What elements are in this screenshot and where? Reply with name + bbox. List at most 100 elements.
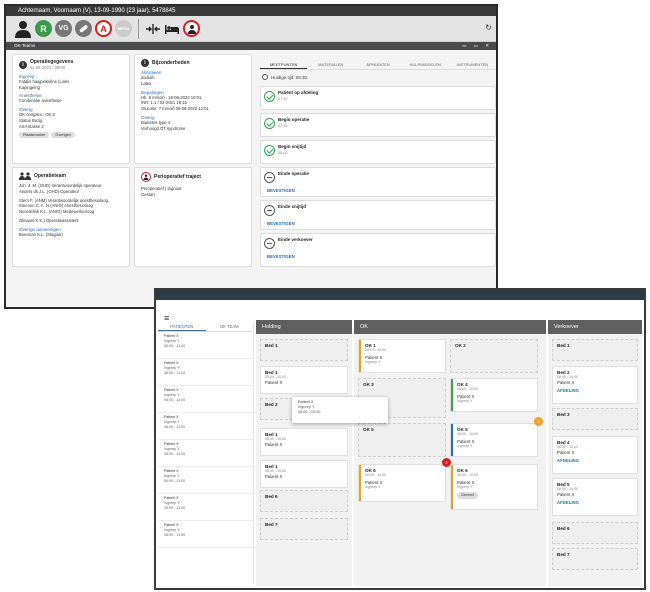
confirm-button[interactable]: BEVESTIGEN [267, 254, 295, 259]
overig-line: ASA klasse 2 [19, 123, 44, 129]
r-status-icon[interactable]: R [35, 20, 52, 37]
step-begin-snijtijd[interactable]: Begin snijtijd 08:00 [260, 140, 496, 164]
patient-item[interactable]: Patient X Ingreep Y 08:00 - 13:00 [158, 359, 253, 386]
recovery-bed[interactable]: Bed 2 08:00 - 10:00 Patient X AFDELING [552, 366, 638, 404]
tab-hulpmiddelen[interactable]: HULPMIDDELEN [402, 60, 449, 69]
current-time-label: Huidige tijd: 08:30 [271, 74, 308, 80]
patient-item[interactable]: Patient X Ingreep Y 08:00 - 13:00 [158, 467, 253, 494]
recovery-bed[interactable]: Bed 7 [552, 548, 638, 570]
perioperatief-title: Perioperatief traject [154, 174, 201, 180]
ok-room[interactable]: OK 4 08:00 - 10:00 Patient X Ingreep Y [450, 378, 538, 412]
patient-time: 08:00 - 13:00 [164, 505, 186, 510]
person-icon[interactable] [14, 20, 32, 38]
room-name: OK 3 [363, 382, 374, 387]
patient-item[interactable]: Patient X Ingreep Y 08:00 - 13:00 [158, 494, 253, 521]
afdeling-button[interactable]: AFDELING [557, 500, 633, 505]
patient-item[interactable]: Patient X Ingreep Y 08:00 - 13:00 [158, 386, 253, 413]
patient-time: 08:00 - 13:00 [164, 424, 186, 429]
status-bar [359, 340, 361, 372]
bed-name: Bed 6 [265, 494, 278, 499]
mrsa-icon[interactable]: MRSA [115, 20, 132, 37]
patient-time: 08:00 - 13:00 [164, 397, 186, 402]
ok-room[interactable]: OK 6 08:00 - 10:00 Patient X Ingreep Y [358, 464, 446, 502]
tab-meetpunten[interactable]: MEETPUNTEN [260, 60, 308, 69]
patient-time: 08:00 - 13:00 [164, 451, 186, 456]
refresh-icon[interactable]: ↻ [485, 23, 492, 32]
alert-a-icon[interactable]: A [95, 20, 112, 37]
afdeling-button[interactable]: AFDELING [557, 458, 633, 463]
bed-name: Bed 1 [557, 343, 570, 348]
recovery-bed[interactable]: Bed 1 [552, 339, 638, 361]
step-time: 07:30 [278, 97, 288, 101]
toolbar: R VG A MRSA ↻ [6, 16, 496, 42]
step-title: Einde verkoever [278, 237, 313, 242]
ready-chip[interactable]: Gereed [457, 492, 478, 499]
confirm-button[interactable]: BEVESTIGEN [267, 221, 295, 226]
perioperatief-card: Perioperatief traject Peroperatief | Sig… [134, 167, 252, 267]
team-member: Anders ds J.L. (OHD) Operateur [19, 188, 80, 194]
holding-bed[interactable]: Bed 1 08:00 - 10:00 Patient X [260, 460, 348, 488]
pill-icon[interactable] [75, 20, 92, 37]
team-member: Noordelink K.L. (ANIO) Medewerker/oog [19, 209, 95, 215]
room-ingreep: Ingreep Y [365, 360, 381, 364]
ok-header: OK [354, 320, 546, 334]
bed-icon[interactable] [164, 23, 180, 35]
team-icon [19, 172, 31, 180]
chip-plaatsmarker[interactable]: Plaatsmarker [19, 131, 50, 138]
bijzonderheden-title: Bijzonderheden [152, 60, 190, 66]
tab-materialen[interactable]: MATERIALEN [307, 60, 354, 69]
holding-bed[interactable]: Bed 6 [260, 490, 348, 512]
patient-item[interactable]: Patient X Ingreep Y 08:00 - 13:00 [158, 332, 253, 359]
pane-header: OK-Teams ▭ ▭ ✕ [6, 42, 496, 50]
notification-badge[interactable]: 2 [534, 417, 543, 426]
room-ingreep: Ingreep Y [365, 485, 381, 489]
patient-item[interactable]: Patient X Ingreep Y 08:00 - 13:00 [158, 413, 253, 440]
patient-item[interactable]: Patient X Ingreep Y 08:00 - 13:00 [158, 440, 253, 467]
recovery-bed[interactable]: Bed 3 [552, 408, 638, 430]
doctor-alert-icon[interactable] [183, 20, 200, 37]
overig-item: Verhoogd OT syndrome [141, 125, 186, 131]
bed-name: Bed 3 [557, 412, 570, 417]
patient-time: 08:00 - 13:00 [164, 532, 186, 537]
room-time: 08:00 - 10:00 [365, 473, 387, 477]
clock-icon [262, 74, 268, 80]
current-time: Huidige tijd: 08:30 [262, 74, 307, 80]
room-ingreep: Ingreep Y [457, 444, 473, 448]
patient-list: Patient X Ingreep Y 08:00 - 13:00 Patient … [158, 332, 253, 548]
bepaling-item: Glucose: 7 mmol/l 05-06-2022 12:01 [141, 106, 209, 112]
step-begin-operatie[interactable]: Begin operatie 07:45 [260, 113, 496, 137]
step-einde-operatie: Einde operatie BEVESTIGEN [260, 167, 496, 197]
chip-overigen[interactable]: Overigen [51, 131, 75, 138]
ok-room[interactable]: OK 6 08:00 - 10:00 Patient X Ingreep Y Geree… [450, 464, 538, 510]
recovery-bed[interactable]: Bed 5 08:00 - 10:00 Patient X AFDELING [552, 478, 638, 516]
ok-room[interactable]: OK 2 [450, 339, 538, 373]
vg-icon[interactable]: VG [55, 20, 72, 37]
step-title: Begin operatie [278, 117, 310, 122]
step-patient-op-afdeling[interactable]: Patiënt op afdeling 07:30 [260, 86, 496, 110]
recovery-bed[interactable]: Bed 6 [552, 522, 638, 544]
room-time: 08:00 - 10:00 [457, 473, 479, 477]
room-time: 08:00 - 10:00 [365, 348, 387, 352]
tab-apparaten[interactable]: APPARATEN [354, 60, 401, 69]
confirm-button[interactable]: BEVESTIGEN [267, 188, 295, 193]
ingreep-line: Kapingeing [19, 84, 40, 90]
anesthesie-value: Combinatie anesthesie [19, 98, 62, 104]
perioperatief-status: Gestart [141, 191, 155, 197]
ok-room[interactable]: OK 5 [358, 423, 446, 457]
tab-instrumenten[interactable]: INSTRUMENTEN [449, 60, 496, 69]
tab-ok-team[interactable]: OK TEAM [206, 322, 254, 331]
patient-item[interactable]: Patient X Ingreep Y 08:00 - 13:00 [158, 521, 253, 548]
tab-patienten[interactable]: PATIENTEN [158, 322, 206, 331]
holding-bed[interactable]: Bed 1 [260, 339, 348, 361]
pane-controls[interactable]: ▭ ▭ ✕ [462, 42, 492, 50]
holding-bed[interactable]: Bed 1 08:00 - 10:00 Patient X [260, 366, 348, 394]
ok-room[interactable]: OK 5 08:00 - 10:00 Patient X Ingreep Y [450, 423, 538, 457]
split-arrows-icon[interactable] [145, 23, 161, 35]
ok-room[interactable]: OK 1 08:00 - 10:00 Patient X Ingreep Y [358, 339, 446, 373]
holding-bed[interactable]: Bed 1 08:00 - 10:00 Patient X [260, 428, 348, 456]
check-icon [264, 145, 275, 156]
afdeling-button[interactable]: AFDELING [557, 388, 633, 393]
recovery-bed[interactable]: Bed 4 08:00 - 10:00 Patient X AFDELING [552, 436, 638, 474]
operation-date: 11-06-2023 / 08:00 [30, 65, 66, 70]
holding-bed[interactable]: Bed 7 [260, 518, 348, 540]
